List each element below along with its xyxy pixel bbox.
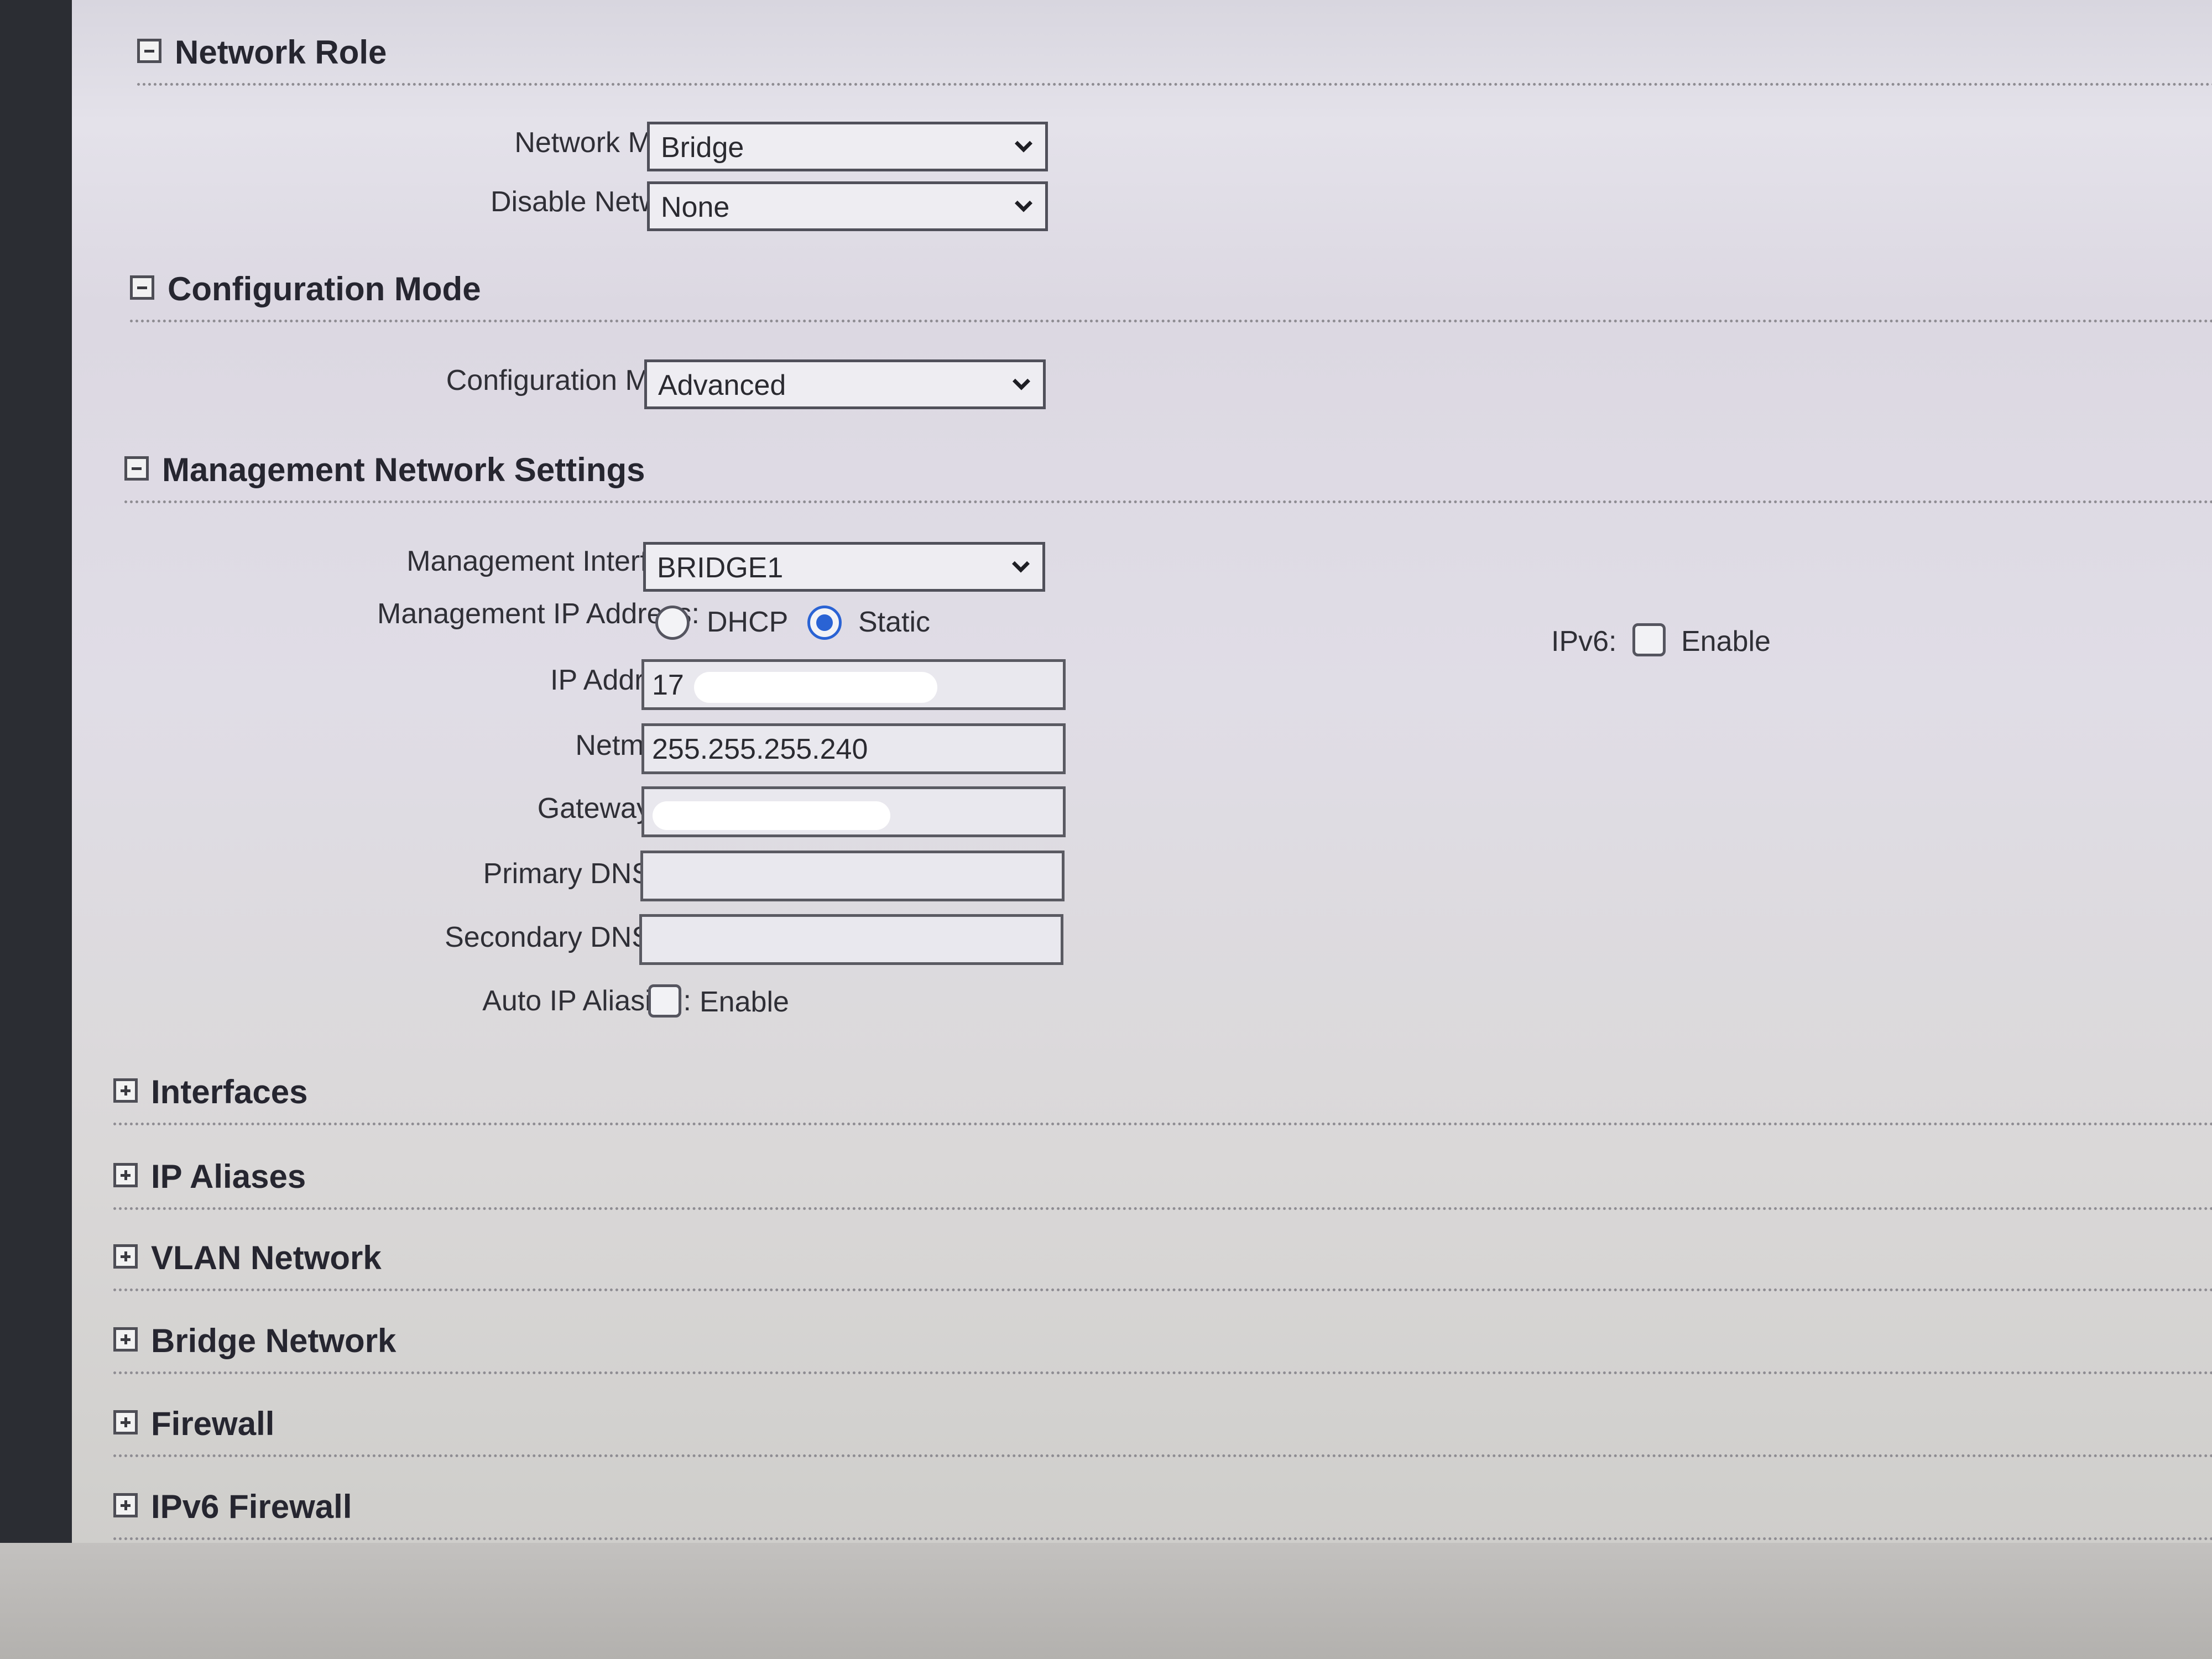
section-ip-aliases[interactable]: IP Aliases [113, 1157, 2212, 1210]
management-ip-address-label: Management IP Address: [377, 598, 700, 630]
gateway-ip-input[interactable] [641, 786, 1066, 837]
dhcp-radio[interactable] [655, 606, 690, 640]
dhcp-label: DHCP [707, 606, 789, 638]
primary-dns-ip-input[interactable] [640, 851, 1065, 901]
configuration-mode-value: Advanced [658, 369, 786, 401]
section-title: Bridge Network [151, 1322, 397, 1359]
expand-plus-icon[interactable] [113, 1493, 138, 1517]
chevron-down-icon [1012, 378, 1031, 390]
collapse-minus-icon[interactable] [130, 275, 154, 300]
ipv6-enable-checkbox[interactable] [1632, 623, 1666, 656]
management-interface-select[interactable]: BRIDGE1 [643, 542, 1045, 592]
section-firewall[interactable]: Firewall [113, 1405, 2212, 1457]
section-network-role[interactable]: Network Role [137, 33, 2212, 86]
chevron-down-icon [1011, 561, 1030, 573]
disable-network-select[interactable]: None [647, 181, 1048, 231]
expand-plus-icon[interactable] [113, 1163, 138, 1187]
section-title: Configuration Mode [168, 270, 481, 307]
configuration-mode-select[interactable]: Advanced [644, 359, 1046, 409]
static-radio[interactable] [807, 606, 842, 640]
section-title: Management Network Settings [162, 451, 645, 488]
section-interfaces[interactable]: Interfaces [113, 1073, 2212, 1125]
chevron-down-icon [1014, 140, 1033, 153]
section-title: IP Aliases [151, 1158, 306, 1195]
management-interface-value: BRIDGE1 [657, 552, 784, 584]
section-title: Firewall [151, 1405, 275, 1442]
expand-plus-icon[interactable] [113, 1244, 138, 1269]
redaction [694, 672, 937, 703]
monitor-bezel [0, 1543, 2212, 1659]
auto-ip-aliasing-enable-label: Enable [700, 986, 789, 1018]
disable-network-value: None [661, 191, 730, 223]
collapse-minus-icon[interactable] [124, 456, 149, 481]
config-page: Network Role Network Mode: Bridge Disabl… [72, 0, 2212, 1543]
ipv6-label: IPv6: [1551, 625, 1617, 658]
section-vlan-network[interactable]: VLAN Network [113, 1239, 2212, 1291]
expand-plus-icon[interactable] [113, 1078, 138, 1103]
chevron-down-icon [1014, 200, 1033, 212]
expand-plus-icon[interactable] [113, 1327, 138, 1352]
secondary-dns-ip-input[interactable] [639, 914, 1063, 965]
network-mode-select[interactable]: Bridge [647, 122, 1048, 171]
auto-ip-aliasing-checkbox[interactable] [648, 984, 681, 1018]
section-title: Network Role [175, 34, 387, 71]
ipv6-enable-label: Enable [1681, 625, 1771, 658]
section-management-network-settings[interactable]: Management Network Settings [124, 451, 2212, 503]
section-title: VLAN Network [151, 1239, 382, 1276]
section-title: Interfaces [151, 1073, 308, 1110]
section-bridge-network[interactable]: Bridge Network [113, 1322, 2212, 1374]
netmask-input[interactable]: 255.255.255.240 [641, 723, 1066, 774]
redaction [653, 801, 890, 830]
expand-plus-icon[interactable] [113, 1410, 138, 1434]
netmask-value: 255.255.255.240 [652, 733, 868, 765]
static-label: Static [858, 606, 931, 638]
ip-address-input[interactable]: 17 [641, 659, 1066, 710]
section-ipv6-firewall[interactable]: IPv6 Firewall [113, 1488, 2212, 1540]
section-title: IPv6 Firewall [151, 1488, 352, 1525]
network-mode-value: Bridge [661, 132, 744, 164]
collapse-minus-icon[interactable] [137, 39, 161, 63]
section-configuration-mode[interactable]: Configuration Mode [130, 270, 2212, 322]
ip-address-value: 17 [652, 669, 684, 701]
